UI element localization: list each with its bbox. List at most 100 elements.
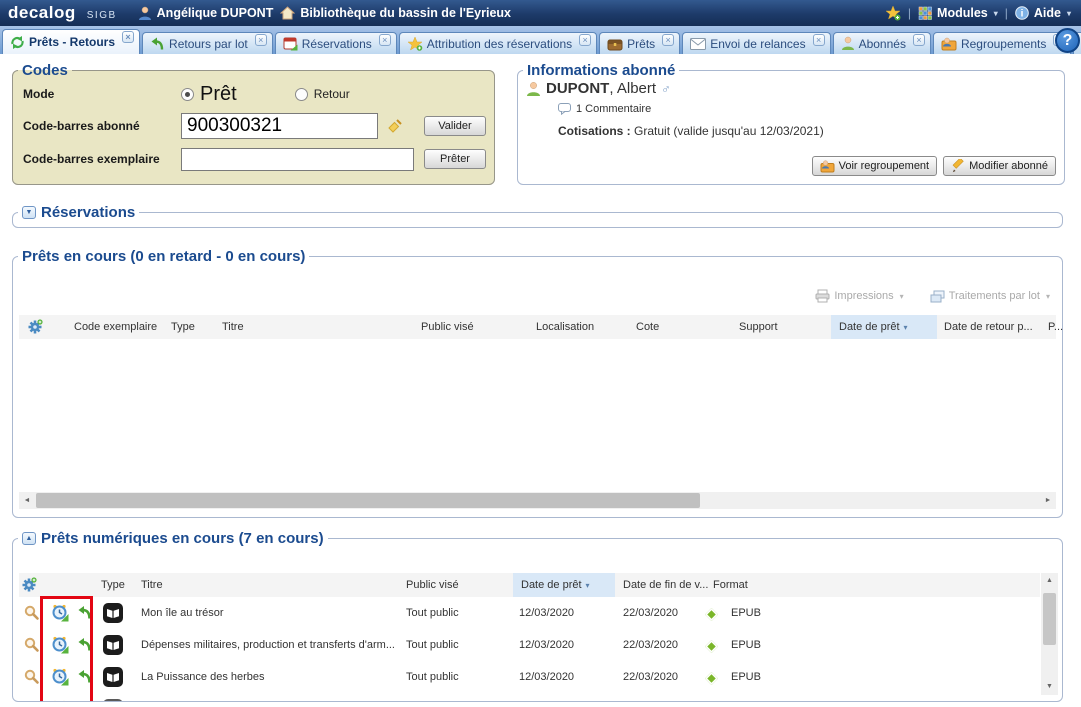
clear-broom-icon[interactable] xyxy=(386,118,403,135)
search-icon[interactable] xyxy=(23,700,40,702)
reservations-legend: ▼ Réservations xyxy=(18,204,139,221)
col-format[interactable]: Format xyxy=(713,573,748,597)
vertical-scrollbar[interactable]: ▲ ▼ xyxy=(1041,573,1058,695)
tab-attribution-reservations[interactable]: Attribution des réservations × xyxy=(399,32,597,54)
search-icon[interactable] xyxy=(23,604,40,621)
col-date-retour[interactable]: Date de retour p... xyxy=(944,315,1033,339)
mode-label: Mode xyxy=(23,87,181,101)
col-titre[interactable]: Titre xyxy=(222,315,244,339)
patron-first-name: , Albert xyxy=(609,80,656,97)
tab-retours-par-lot[interactable]: Retours par lot × xyxy=(142,32,273,54)
modules-menu[interactable]: Modules ▾ xyxy=(918,6,998,20)
current-user-label: Angélique DUPONT xyxy=(157,6,274,20)
close-icon[interactable]: × xyxy=(813,34,825,46)
tab-abonnes[interactable]: Abonnés × xyxy=(833,32,931,54)
renew-loan-icon[interactable] xyxy=(51,668,69,686)
collapse-toggle-icon[interactable]: ▲ xyxy=(22,532,36,545)
chest-icon xyxy=(607,37,623,51)
loan-date-fin: 22/03/2020 xyxy=(623,661,678,693)
chevron-down-icon: ▾ xyxy=(900,292,904,301)
col-support[interactable]: Support xyxy=(739,315,778,339)
barcode-abonne-input[interactable] xyxy=(181,113,378,139)
comment-count[interactable]: 1 Commentaire xyxy=(576,103,651,115)
col-public-vise[interactable]: Public visé xyxy=(406,573,459,597)
close-icon[interactable]: × xyxy=(255,34,267,46)
radio-pret[interactable] xyxy=(181,88,194,101)
loan-date-pret: 12/03/2020 xyxy=(519,661,574,693)
group-folder-icon xyxy=(941,37,957,51)
col-type[interactable]: Type xyxy=(101,573,125,597)
digital-loan-row: La Puissance des herbes Tout public 12/0… xyxy=(19,661,1040,693)
star-plus-icon[interactable] xyxy=(885,5,901,21)
current-loans-panel: Prêts en cours (0 en retard - 0 en cours… xyxy=(12,248,1063,518)
valider-button[interactable]: Valider xyxy=(424,116,486,136)
loan-date-fin: 22/03/2020 xyxy=(623,629,678,661)
col-date-fin[interactable]: Date de fin de v... xyxy=(623,573,708,597)
scrollbar-thumb[interactable] xyxy=(1043,593,1056,645)
close-icon[interactable]: × xyxy=(122,31,134,43)
tab-label: Retours par lot xyxy=(169,37,248,51)
traitements-par-lot-button: Traitements par lot ▾ xyxy=(930,289,1050,303)
modifier-abonne-button[interactable]: Modifier abonné xyxy=(943,156,1056,176)
close-icon[interactable]: × xyxy=(913,34,925,46)
barcode-exemplaire-input[interactable] xyxy=(181,148,414,171)
svg-text:i: i xyxy=(1021,9,1024,20)
col-public-vise[interactable]: Public visé xyxy=(421,315,474,339)
horizontal-scrollbar[interactable]: ◄ ► xyxy=(19,492,1056,509)
current-loans-legend: Prêts en cours (0 en retard - 0 en cours… xyxy=(18,248,309,265)
scroll-left-icon[interactable]: ◄ xyxy=(19,492,35,509)
return-loan-icon[interactable] xyxy=(77,604,93,620)
top-bar: decalog SIGB Angélique DUPONT Bibliothèq… xyxy=(0,0,1081,26)
ebook-type-icon xyxy=(103,699,123,702)
col-date-pret-sorted[interactable]: Date de prêt▾ xyxy=(513,573,615,597)
col-clipped[interactable]: P... xyxy=(1048,315,1063,339)
loan-public: Tout public xyxy=(406,661,459,693)
calendar-icon xyxy=(283,36,298,51)
col-cote[interactable]: Cote xyxy=(636,315,659,339)
radio-retour[interactable] xyxy=(295,88,308,101)
close-icon[interactable]: × xyxy=(662,34,674,46)
digital-loans-header: Type Titre Public visé Date de prêt▾ Dat… xyxy=(19,573,1040,597)
scrollbar-thumb[interactable] xyxy=(36,493,700,508)
return-loan-icon[interactable] xyxy=(77,700,93,702)
search-icon[interactable] xyxy=(23,636,40,653)
expand-toggle-icon[interactable]: ▼ xyxy=(22,206,36,219)
voir-regroupement-button[interactable]: Voir regroupement xyxy=(812,156,938,176)
tab-regroupements[interactable]: Regroupements × xyxy=(933,32,1071,54)
column-settings-gear-icon[interactable] xyxy=(21,577,37,593)
column-settings-gear-icon[interactable] xyxy=(27,319,43,335)
current-user: Angélique DUPONT xyxy=(138,6,274,21)
modules-label: Modules xyxy=(937,6,988,20)
digital-loan-row: Mon île au trésor Tout public 12/03/2020… xyxy=(19,597,1040,629)
patron-last-name: DUPONT xyxy=(546,80,609,97)
scroll-right-icon[interactable]: ► xyxy=(1040,492,1056,509)
batch-sheets-icon xyxy=(930,290,945,303)
loan-format: EPUB xyxy=(731,661,761,693)
scroll-up-icon[interactable]: ▲ xyxy=(1041,573,1058,589)
col-date-pret-sorted[interactable]: Date de prêt▾ xyxy=(831,315,937,339)
return-loan-icon[interactable] xyxy=(77,636,93,652)
search-icon[interactable] xyxy=(23,668,40,685)
loan-public: Tout public xyxy=(406,693,459,702)
return-loan-icon[interactable] xyxy=(77,668,93,684)
help-button[interactable]: ? xyxy=(1055,28,1080,53)
tab-envoi-relances[interactable]: Envoi de relances × xyxy=(682,32,830,54)
renew-loan-icon[interactable] xyxy=(51,604,69,622)
scroll-down-icon[interactable]: ▼ xyxy=(1041,679,1058,695)
col-code-exemplaire[interactable]: Code exemplaire xyxy=(74,315,157,339)
male-symbol-icon: ♂ xyxy=(661,81,671,96)
renew-loan-icon[interactable] xyxy=(51,700,69,702)
close-icon[interactable]: × xyxy=(379,34,391,46)
col-type[interactable]: Type xyxy=(171,315,195,339)
preter-button[interactable]: Prêter xyxy=(424,149,486,169)
col-localisation[interactable]: Localisation xyxy=(536,315,594,339)
aide-menu[interactable]: i Aide ▾ xyxy=(1015,6,1071,20)
tab-reservations[interactable]: Réservations × xyxy=(275,32,397,54)
close-icon[interactable]: × xyxy=(579,34,591,46)
tab-prets-retours[interactable]: Prêts - Retours × xyxy=(2,29,140,54)
col-titre[interactable]: Titre xyxy=(141,573,163,597)
tab-prets[interactable]: Prêts × xyxy=(599,32,680,54)
loan-title: Mon île au trésor xyxy=(141,597,401,629)
app-logo: decalog xyxy=(8,3,76,23)
renew-loan-icon[interactable] xyxy=(51,636,69,654)
